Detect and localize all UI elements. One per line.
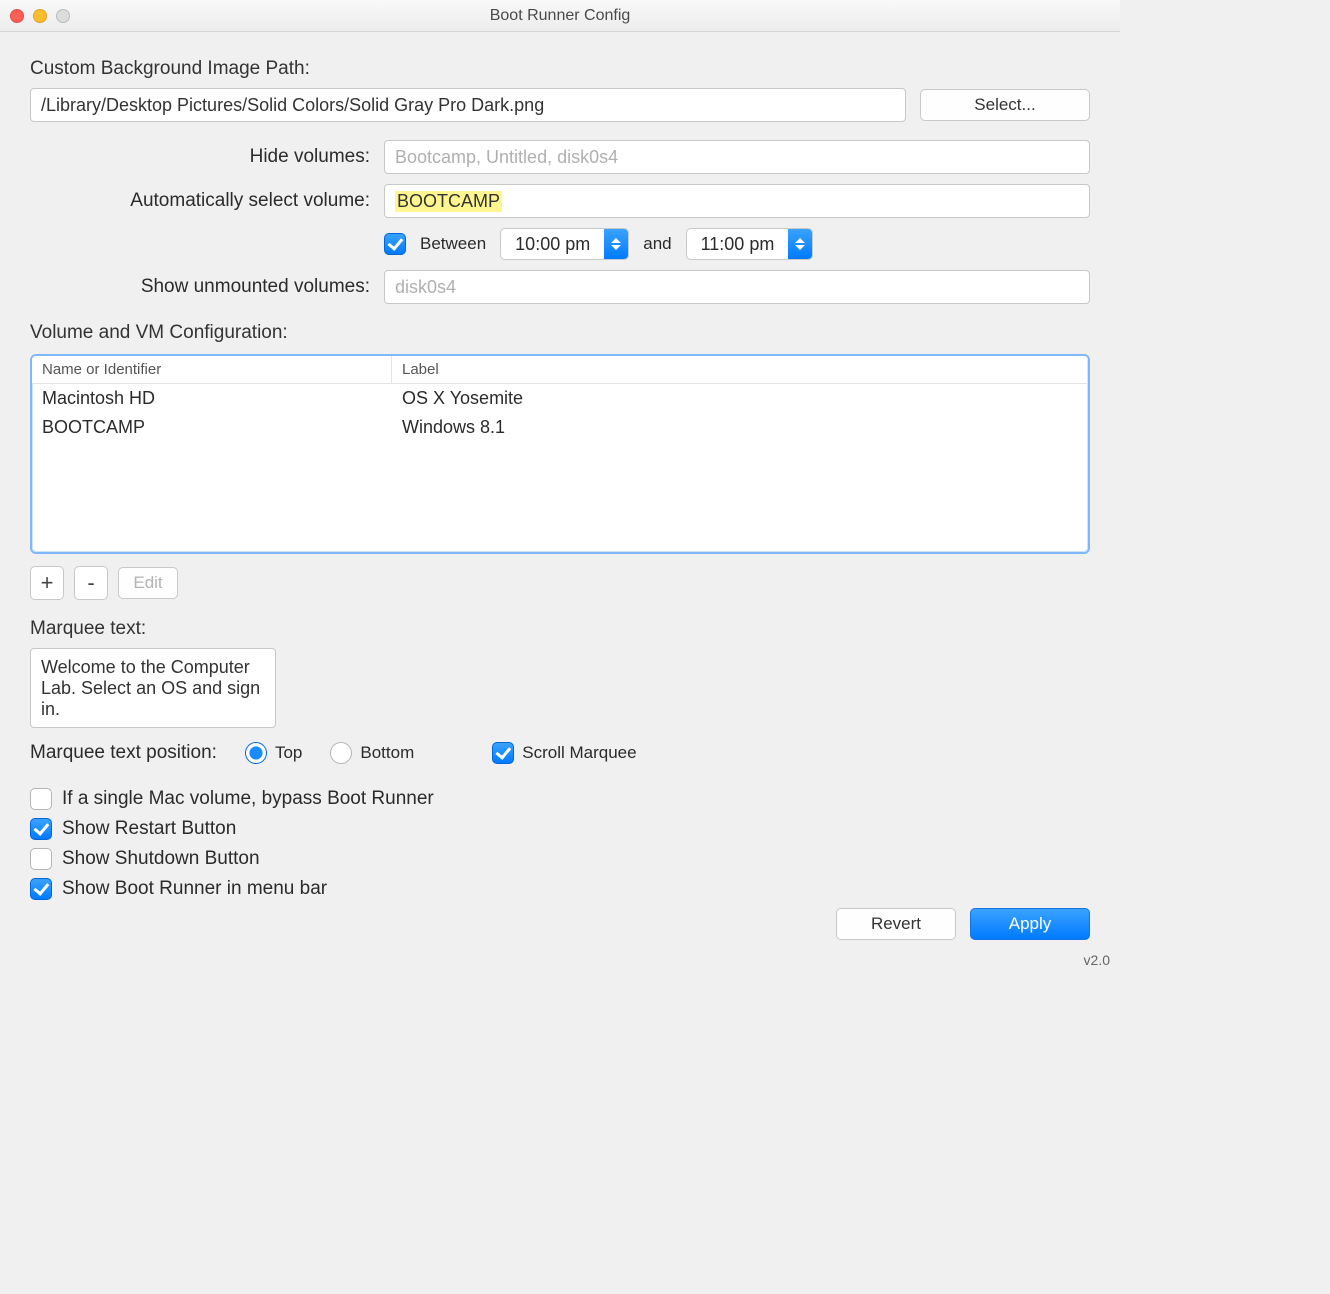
position-bottom-label: Bottom (360, 743, 414, 763)
table-cell: Windows 8.1 (392, 413, 1088, 442)
bg-path-input[interactable]: /Library/Desktop Pictures/Solid Colors/S… (30, 88, 906, 122)
hide-volumes-input[interactable]: Bootcamp, Untitled, disk0s4 (384, 140, 1090, 174)
apply-button[interactable]: Apply (970, 908, 1090, 940)
between-end-popup[interactable]: 11:00 pm (686, 228, 814, 260)
shutdown-label: Show Shutdown Button (62, 848, 260, 870)
table-header-label[interactable]: Label (392, 356, 1088, 383)
auto-select-label: Automatically select volume: (130, 190, 370, 212)
scroll-marquee-label: Scroll Marquee (522, 743, 636, 763)
bypass-checkbox[interactable] (30, 788, 52, 810)
marquee-text-input[interactable] (30, 648, 276, 728)
version-label: v2.0 (1084, 952, 1110, 968)
table-cell: BOOTCAMP (32, 413, 392, 442)
restart-label: Show Restart Button (62, 818, 236, 840)
show-unmounted-label: Show unmounted volumes: (141, 276, 370, 298)
table-header-name[interactable]: Name or Identifier (32, 356, 392, 383)
table-row[interactable]: BOOTCAMP Windows 8.1 (32, 413, 1088, 442)
remove-button[interactable]: - (74, 566, 108, 600)
hide-volumes-label: Hide volumes: (250, 146, 370, 168)
chevron-up-down-icon[interactable] (788, 229, 812, 259)
show-unmounted-input[interactable]: disk0s4 (384, 270, 1090, 304)
table-cell: OS X Yosemite (392, 384, 1088, 413)
revert-button[interactable]: Revert (836, 908, 956, 940)
menubar-label: Show Boot Runner in menu bar (62, 878, 327, 900)
between-and: and (643, 234, 671, 254)
scroll-marquee-checkbox[interactable] (492, 742, 514, 764)
table-cell: Macintosh HD (32, 384, 392, 413)
menubar-checkbox[interactable] (30, 878, 52, 900)
marquee-position-label: Marquee text position: (30, 742, 217, 764)
add-button[interactable]: + (30, 566, 64, 600)
position-top-radio[interactable] (245, 742, 267, 764)
vm-config-label: Volume and VM Configuration: (30, 322, 1090, 344)
between-label: Between (420, 234, 486, 254)
position-bottom-radio[interactable] (330, 742, 352, 764)
window-title: Boot Runner Config (0, 7, 1120, 25)
shutdown-checkbox[interactable] (30, 848, 52, 870)
marquee-label: Marquee text: (30, 618, 1090, 640)
select-button[interactable]: Select... (920, 89, 1090, 121)
auto-select-value: BOOTCAMP (395, 191, 502, 212)
position-top-label: Top (275, 743, 302, 763)
auto-select-input[interactable]: BOOTCAMP (384, 184, 1090, 218)
edit-button[interactable]: Edit (118, 567, 178, 599)
bypass-label: If a single Mac volume, bypass Boot Runn… (62, 788, 434, 810)
between-checkbox[interactable] (384, 233, 406, 255)
between-start-popup[interactable]: 10:00 pm (500, 228, 629, 260)
table-row[interactable]: Macintosh HD OS X Yosemite (32, 384, 1088, 413)
chevron-up-down-icon[interactable] (604, 229, 628, 259)
vm-table[interactable]: Name or Identifier Label Macintosh HD OS… (30, 354, 1090, 554)
titlebar: Boot Runner Config (0, 0, 1120, 32)
bg-path-label: Custom Background Image Path: (30, 58, 1090, 80)
restart-checkbox[interactable] (30, 818, 52, 840)
